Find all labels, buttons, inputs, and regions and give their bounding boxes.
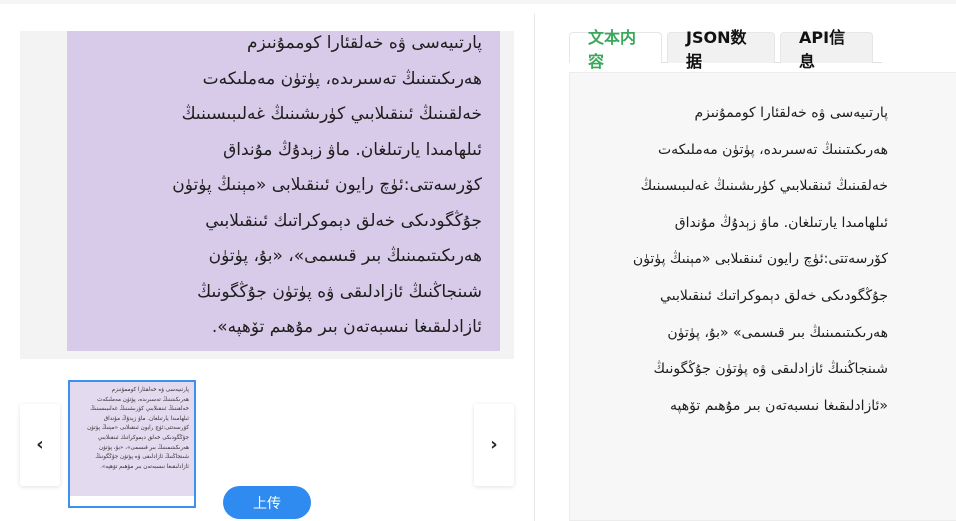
chevron-left-icon: ‹ <box>36 434 44 455</box>
result-line: جۇڭگودىكى خەلق دېموكراتىك ئىنقىلابىي <box>660 287 888 304</box>
thumbnail-line: ئىلھامىدا يارتىلغان. ماۋ زېدۇڭ مۇنداق <box>103 415 189 422</box>
thumbnail-line: خەلقىنىڭ ئىنقىلابىي كۈرىشىنىڭ غەلىبىسىنى… <box>90 406 189 413</box>
previous-image-button[interactable]: ‹ <box>20 404 60 486</box>
result-line: خەلقىنىڭ ئىنقىلابىي كۈرىشىنىڭ غەلىبىسىنى… <box>640 178 888 195</box>
document-line: پارتىيەسى ۋە خەلقئارا كوممۇنىزم <box>247 33 482 53</box>
document-line: كۆرسەتتى:ئۈچ رايون ئىنقىلابى «مېنىڭ پۈتۈ… <box>172 175 482 195</box>
thumbnail-line: ئازادلىقىغا نىسبەتەن بىر مۇھىم تۆھپە». <box>100 463 189 470</box>
document-text: پارتىيەسى ۋە خەلقئارا كوممۇنىزم ھەرىكىتى… <box>79 31 482 346</box>
next-image-button[interactable]: › <box>474 404 514 486</box>
document-line: شىنجاڭنىڭ ئازادلىقى ۋە پۈتۈن جۇڭگونىڭ <box>197 281 482 302</box>
recognition-result-panel: پارتىيەسى ۋە خەلقئارا كوممۇنىزم ھەرىكىتى… <box>569 72 956 521</box>
result-line: كۆرسەتتى:ئۈچ رايون ئىنقىلابى «مېنىڭ پۈتۈ… <box>632 251 888 268</box>
tab-api-info[interactable]: API信息 <box>780 28 873 71</box>
document-line: ھەرىكىتىنىڭ تەسىرىدە، پۈتۈن مەملىكەت <box>202 68 482 89</box>
tab-text-content[interactable]: 文本内容 <box>569 28 662 71</box>
result-line: «ئازادلىقىغا نىسبەتەن بىر مۇھىم تۆھپە <box>670 397 888 414</box>
thumbnail-line: ھەرىكىتىمىنىڭ بىر قىسمى»، «بۇ، پۈتۈن <box>99 444 189 451</box>
document-line: ئىلھامىدا يارتىلغان. ماۋ زېدۇڭ مۇنداق <box>223 139 482 160</box>
image-preview: پارتىيەسى ۋە خەلقئارا كوممۇنىزم ھەرىكىتى… <box>20 31 514 359</box>
chevron-right-icon: › <box>490 434 498 455</box>
image-viewer-panel: پارتىيەسى ۋە خەلقئارا كوممۇنىزم ھەرىكىتى… <box>0 0 535 521</box>
document-line: ھەرىكىتىمىنىڭ بىر قىسمى»، «بۇ، پۈتۈن <box>208 246 482 266</box>
document-line: جۇڭگودىكى خەلق دېموكراتىك ئىنقىلابىي <box>205 210 482 231</box>
thumbnail-line: پارتىيەسى ۋە خەلقئارا كوممۇنىزم <box>111 387 189 393</box>
document-line: خەلقىنىڭ ئىنقىلابىي كۈرىشىنىڭ غەلىبىسىنى… <box>181 104 482 124</box>
result-line: پارتىيەسى ۋە خەلقئارا كوممۇنىزم <box>694 105 888 121</box>
tab-json-data[interactable]: JSON数据 <box>667 28 775 71</box>
thumbnail-line: كۆرسەتتى:ئۈچ رايون ئىنقىلابى «مېنىڭ پۈتۈ… <box>87 425 189 432</box>
result-line: ھەرىكىتىنىڭ تەسىرىدە، پۈتۈن مەملىكەت <box>657 141 888 158</box>
panel-divider <box>534 14 535 521</box>
document-image: پارتىيەسى ۋە خەلقئارا كوممۇنىزم ھەرىكىتى… <box>67 31 500 351</box>
upload-button[interactable]: 上传 <box>223 486 311 519</box>
result-line: ئىلھامىدا يارتىلغان. ماۋ زېدۇڭ مۇنداق <box>674 214 888 231</box>
document-line: ئازادلىقىغا نىسبەتەن بىر مۇھىم تۆھپە». <box>211 317 482 337</box>
thumbnail-line: ھەرىكىتىنىڭ تەسىرىدە، پۈتۈن مەملىكەت <box>97 396 189 403</box>
thumbnail-line: جۇڭگودىكى خەلق دېموكراتىك ئىنقىلابىي <box>97 434 189 441</box>
thumbnail-document: پارتىيەسى ۋە خەلقئارا كوممۇنىزم ھەرىكىتى… <box>70 382 194 496</box>
image-thumbnail[interactable]: پارتىيەسى ۋە خەلقئارا كوممۇنىزم ھەرىكىتى… <box>68 380 196 508</box>
result-tabs: 文本内容 JSON数据 API信息 <box>569 28 882 71</box>
result-line: شىنجاڭنىڭ ئازادلىقى ۋە پۈتۈن جۇڭگونىڭ <box>653 361 888 378</box>
thumbnail-line: شىنجاڭنىڭ ئازادلىقى ۋە پۈتۈن جۇڭگونىڭ <box>95 454 189 461</box>
result-line: ھەرىكىتىمىنىڭ بىر قىسمى» «بۇ، پۈتۈن <box>667 324 888 341</box>
